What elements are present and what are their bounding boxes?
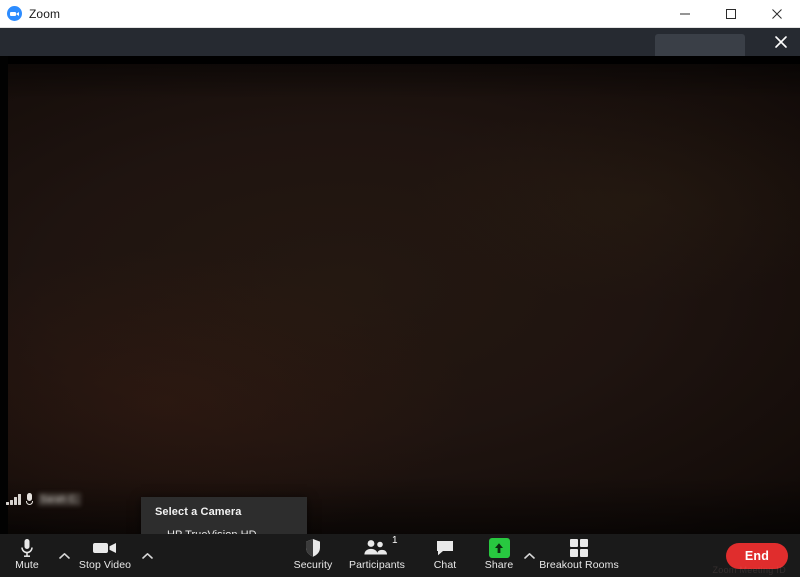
mute-label: Mute: [15, 559, 39, 571]
video-stage: Sarah C. Select a Camera HP TrueVision H…: [0, 56, 800, 534]
stop-video-label: Stop Video: [78, 559, 132, 571]
microphone-icon: [25, 493, 33, 506]
share-up-arrow-icon: [488, 537, 510, 558]
meeting-view-tab[interactable]: [655, 34, 745, 56]
zoom-logo-icon: [7, 6, 22, 21]
share-label: Share: [484, 559, 514, 571]
participant-name-badge: Sarah C.: [2, 491, 85, 508]
microphone-icon: [19, 537, 35, 558]
meeting-close-icon[interactable]: [772, 33, 790, 51]
mute-button[interactable]: Mute: [0, 537, 55, 571]
stage-left-letterbox: [0, 56, 8, 534]
chat-label: Chat: [433, 559, 457, 571]
signal-bars-icon: [6, 494, 21, 505]
toolbar-watermark: Zoom Meeting ID: [712, 565, 786, 575]
share-screen-button[interactable]: Share: [471, 537, 527, 571]
grid-squares-icon: [569, 537, 589, 558]
breakout-rooms-button[interactable]: Breakout Rooms: [531, 537, 627, 571]
video-options-caret[interactable]: [138, 547, 156, 565]
participants-button[interactable]: 1 Participants: [329, 536, 425, 571]
video-camera-icon: [92, 537, 118, 558]
chat-bubble-icon: [435, 537, 455, 558]
titlebar-left-group: Zoom: [0, 6, 60, 21]
participants-count-badge: 1: [392, 535, 398, 546]
maximize-button[interactable]: [708, 0, 754, 27]
people-icon: 1: [362, 536, 398, 558]
participants-label: Participants: [348, 559, 406, 571]
minimize-button[interactable]: [662, 0, 708, 27]
window-controls: [662, 0, 800, 27]
security-label: Security: [293, 559, 333, 571]
meeting-header-bar: [0, 28, 800, 56]
select-camera-menu: Select a Camera HP TrueVision HD Camera …: [141, 497, 307, 534]
stage-top-letterbox: [0, 56, 800, 64]
shield-icon: [304, 537, 322, 558]
participant-video-feed: [8, 56, 800, 534]
menu-item-label: HP TrueVision HD Camera: [167, 529, 257, 534]
zoom-application-window: Zoom Sarah C. Select a Camera Mute Stop …: [0, 0, 800, 577]
chat-button[interactable]: Chat: [417, 537, 473, 571]
participant-name: Sarah C.: [37, 493, 82, 506]
menu-header-select-a-camera: Select a Camera: [155, 506, 242, 518]
breakout-rooms-label: Breakout Rooms: [539, 559, 619, 571]
window-title: Zoom: [29, 6, 61, 21]
meeting-control-toolbar: Mute Stop Video Security 1 Participants …: [0, 534, 800, 577]
window-titlebar: Zoom: [0, 0, 800, 28]
menu-item-hp-truevision-hd-camera[interactable]: HP TrueVision HD Camera: [141, 524, 307, 534]
close-button[interactable]: [754, 0, 800, 27]
end-label: End: [744, 549, 770, 563]
